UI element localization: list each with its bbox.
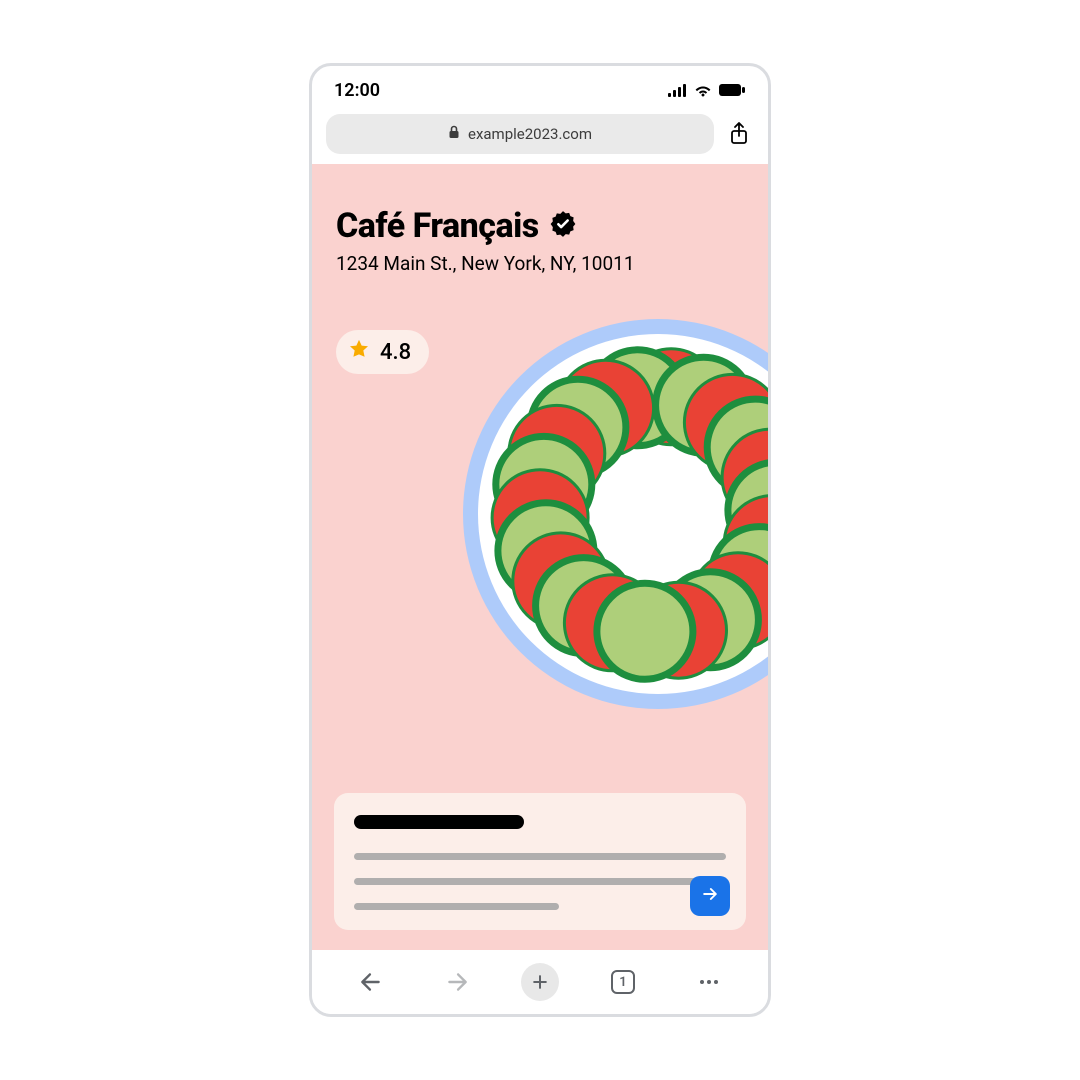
page-content: Café Français 1234 Main St., New York, N… [312,164,768,950]
tab-count: 1 [611,970,635,994]
page-address: 1234 Main St., New York, NY, 10011 [312,248,768,275]
wifi-icon [694,83,712,97]
arrow-right-icon [700,884,720,908]
info-card [334,793,746,930]
url-text: example2023.com [468,125,592,143]
phone-frame: 12:00 example2023.com Café Françai [309,63,771,1017]
address-bar-row: example2023.com [312,114,768,164]
status-bar: 12:00 [312,66,768,114]
star-icon [348,338,370,366]
rating-pill: 4.8 [336,330,429,374]
title-row: Café Français [312,164,768,248]
nav-back-button[interactable] [349,960,393,1004]
status-indicators [668,83,746,97]
nav-new-tab-button[interactable] [521,963,559,1001]
card-title-placeholder [354,815,524,829]
nav-forward-button[interactable] [435,960,479,1004]
address-bar[interactable]: example2023.com [326,114,714,154]
rating-value: 4.8 [380,340,411,365]
battery-icon [718,83,746,97]
card-text-placeholder [354,903,559,910]
card-text-placeholder [354,878,726,885]
page-title: Café Français [336,206,539,246]
nav-more-button[interactable] [687,960,731,1004]
card-text-placeholder [354,853,726,860]
verified-badge-icon [549,210,577,242]
status-time: 12:00 [334,80,380,101]
cellular-icon [668,83,688,97]
browser-bottom-nav: 1 [312,950,768,1014]
dish-illustration [458,314,768,714]
card-action-button[interactable] [690,876,730,916]
nav-tabs-button[interactable]: 1 [601,960,645,1004]
lock-icon [448,125,460,143]
share-button[interactable] [724,119,754,149]
